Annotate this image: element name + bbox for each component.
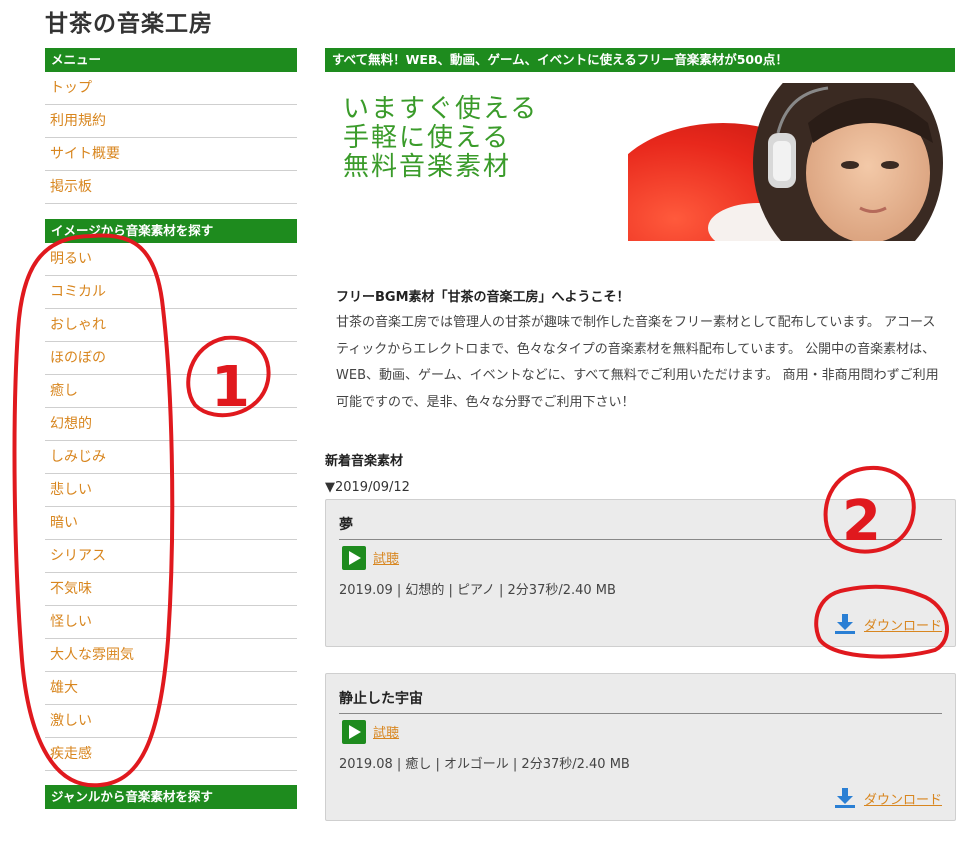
- image-search-heading: イメージから音楽素材を探す: [45, 219, 297, 243]
- category-item[interactable]: 明るい: [45, 243, 297, 276]
- track-meta: 2019.09 | 幻想的 | ピアノ | 2分37秒/2.40 MB: [339, 583, 616, 598]
- download-label[interactable]: ダウンロード: [864, 615, 942, 634]
- category-item[interactable]: しみじみ: [45, 441, 297, 474]
- category-item[interactable]: 幻想的: [45, 408, 297, 441]
- track-title: 静止した宇宙: [339, 688, 942, 714]
- site-title[interactable]: 甘茶の音楽工房: [45, 4, 213, 38]
- date-line: ▼2019/09/12: [325, 480, 410, 495]
- sidebar: メニュー トップ 利用規約 サイト概要 掲示板 イメージから音楽素材を探す 明る…: [45, 48, 297, 809]
- category-item[interactable]: 悲しい: [45, 474, 297, 507]
- download-label[interactable]: ダウンロード: [864, 789, 942, 808]
- new-tracks-heading: 新着音楽素材: [325, 454, 404, 469]
- category-item[interactable]: 大人な雰囲気: [45, 639, 297, 672]
- download-icon: [834, 614, 855, 634]
- menu-item-top[interactable]: トップ: [45, 72, 297, 105]
- hero-line-1: いますぐ使える: [343, 94, 539, 124]
- menu-list: トップ 利用規約 サイト概要 掲示板: [45, 72, 297, 204]
- menu-item-about[interactable]: サイト概要: [45, 138, 297, 171]
- track-card: 静止した宇宙 試聴 2019.08 | 癒し | オルゴール | 2分37秒/2…: [325, 673, 956, 821]
- track-meta: 2019.08 | 癒し | オルゴール | 2分37秒/2.40 MB: [339, 757, 630, 772]
- category-item[interactable]: ほのぼの: [45, 342, 297, 375]
- play-icon[interactable]: [342, 720, 366, 744]
- menu-item-board[interactable]: 掲示板: [45, 171, 297, 204]
- hero-text: いますぐ使える 手軽に使える 無料音楽素材: [343, 95, 538, 182]
- track-title: 夢: [339, 514, 942, 540]
- hero-line-3: 無料音楽素材: [343, 152, 512, 182]
- welcome-body: 甘茶の音楽工房では管理人の甘茶が趣味で制作した音楽をフリー素材として配布していま…: [336, 315, 939, 410]
- category-item[interactable]: 癒し: [45, 375, 297, 408]
- category-item[interactable]: 怪しい: [45, 606, 297, 639]
- welcome-title: フリーBGM素材「甘茶の音楽工房」へようこそ！: [336, 290, 630, 305]
- main-content: すべて無料！WEB、動画、ゲーム、イベントに使えるフリー音楽素材が500点！ い…: [325, 48, 956, 821]
- hero-photo: [628, 83, 955, 241]
- hero-banner: いますぐ使える 手軽に使える 無料音楽素材: [325, 83, 955, 241]
- menu-heading: メニュー: [45, 48, 297, 72]
- listen-link[interactable]: 試聴: [373, 548, 399, 567]
- category-item[interactable]: 疾走感: [45, 738, 297, 771]
- main-heading: すべて無料！WEB、動画、ゲーム、イベントに使えるフリー音楽素材が500点！: [325, 48, 955, 72]
- image-category-list: 明るい コミカル おしゃれ ほのぼの 癒し 幻想的 しみじみ 悲しい 暗い シリ…: [45, 243, 297, 771]
- category-item[interactable]: 激しい: [45, 705, 297, 738]
- genre-search-heading: ジャンルから音楽素材を探す: [45, 785, 297, 809]
- play-icon[interactable]: [342, 546, 366, 570]
- download-link[interactable]: ダウンロード: [834, 613, 942, 635]
- category-item[interactable]: おしゃれ: [45, 309, 297, 342]
- download-link[interactable]: ダウンロード: [834, 787, 942, 809]
- category-item[interactable]: 不気味: [45, 573, 297, 606]
- menu-item-terms[interactable]: 利用規約: [45, 105, 297, 138]
- hero-line-2: 手軽に使える: [343, 123, 511, 153]
- category-item[interactable]: 雄大: [45, 672, 297, 705]
- category-item[interactable]: コミカル: [45, 276, 297, 309]
- download-icon: [834, 788, 855, 808]
- track-card: 夢 試聴 2019.09 | 幻想的 | ピアノ | 2分37秒/2.40 MB…: [325, 499, 956, 647]
- listen-link[interactable]: 試聴: [373, 722, 399, 741]
- category-item[interactable]: シリアス: [45, 540, 297, 573]
- category-item[interactable]: 暗い: [45, 507, 297, 540]
